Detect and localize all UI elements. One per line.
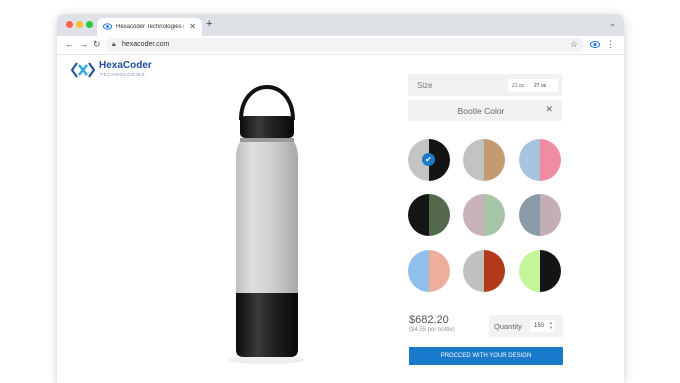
color-swatch[interactable]: [519, 250, 561, 292]
size-selector: Size 21 oz 27 oz: [408, 74, 562, 96]
tab-title: Hexacoder Technologies (: [116, 24, 184, 30]
color-swatch[interactable]: [408, 250, 450, 292]
reload-icon[interactable]: ↻: [93, 39, 101, 50]
size-option-27[interactable]: 27 oz: [534, 83, 546, 89]
quantity-stepper[interactable]: 150 ▲ ▼: [531, 320, 555, 332]
selected-check-icon: ✔: [422, 153, 435, 166]
close-window-dot[interactable]: [66, 21, 73, 28]
color-swatch[interactable]: [408, 194, 450, 236]
bottle-color-header: Bootle Color ✕: [408, 100, 562, 121]
lock-icon: 🔒︎: [112, 41, 116, 48]
hexacoder-logo-icon: [70, 62, 96, 78]
bottle-color-title: Bootle Color: [457, 106, 505, 116]
per-bottle-price: ($4.55 per bottle): [409, 327, 455, 333]
proceed-button[interactable]: PROCCED WITH YOUR DESIGN: [409, 347, 563, 365]
forward-arrow-icon[interactable]: →: [79, 39, 88, 49]
maximize-window-dot[interactable]: [86, 21, 93, 28]
quantity-control: Quantity 150 ▲ ▼: [489, 315, 563, 337]
bookmark-star-icon[interactable]: ☆: [570, 39, 578, 50]
color-swatch[interactable]: [463, 250, 505, 292]
close-color-panel-icon[interactable]: ✕: [545, 104, 553, 115]
address-url: hexacoder.com: [122, 41, 170, 48]
color-swatch[interactable]: [519, 194, 561, 236]
total-price: $682.20: [409, 314, 449, 326]
brand-name: HexaCoder: [99, 60, 152, 71]
color-swatch[interactable]: [519, 139, 561, 181]
brand-tagline: TECHNOLOGIES: [100, 72, 146, 77]
browser-tab[interactable]: Hexacoder Technologies ( ✕: [97, 18, 202, 36]
favicon-eye-icon: [103, 23, 112, 30]
size-options: 21 oz 27 oz: [508, 79, 558, 92]
extension-eye-icon[interactable]: [590, 41, 600, 48]
size-option-21[interactable]: 21 oz: [512, 83, 524, 89]
color-swatch[interactable]: [463, 139, 505, 181]
color-swatch[interactable]: [463, 194, 505, 236]
browser-window: Hexacoder Technologies ( ✕ + ⌄ ← → ↻ 🔒︎ …: [57, 14, 624, 383]
back-arrow-icon[interactable]: ←: [65, 39, 74, 49]
address-bar[interactable]: 🔒︎ hexacoder.com ☆: [106, 38, 584, 52]
quantity-value: 150: [534, 323, 545, 329]
new-tab-icon[interactable]: +: [206, 18, 212, 30]
stepper-arrows-icon[interactable]: ▲ ▼: [549, 320, 553, 330]
browser-toolbar: ← → ↻ 🔒︎ hexacoder.com ☆ ⋮: [57, 36, 624, 55]
minimize-window-dot[interactable]: [76, 21, 83, 28]
brand-logo[interactable]: HexaCoder TECHNOLOGIES: [70, 60, 160, 80]
browser-menu-icon[interactable]: ⋮: [606, 39, 615, 50]
tab-bar: Hexacoder Technologies ( ✕ + ⌄: [57, 14, 624, 36]
tab-close-icon[interactable]: ✕: [189, 22, 196, 31]
size-label: Size: [417, 81, 433, 90]
quantity-label: Quantity: [494, 322, 522, 331]
bottle-preview: [229, 85, 305, 364]
tab-search-chevron-icon[interactable]: ⌄: [609, 19, 616, 28]
